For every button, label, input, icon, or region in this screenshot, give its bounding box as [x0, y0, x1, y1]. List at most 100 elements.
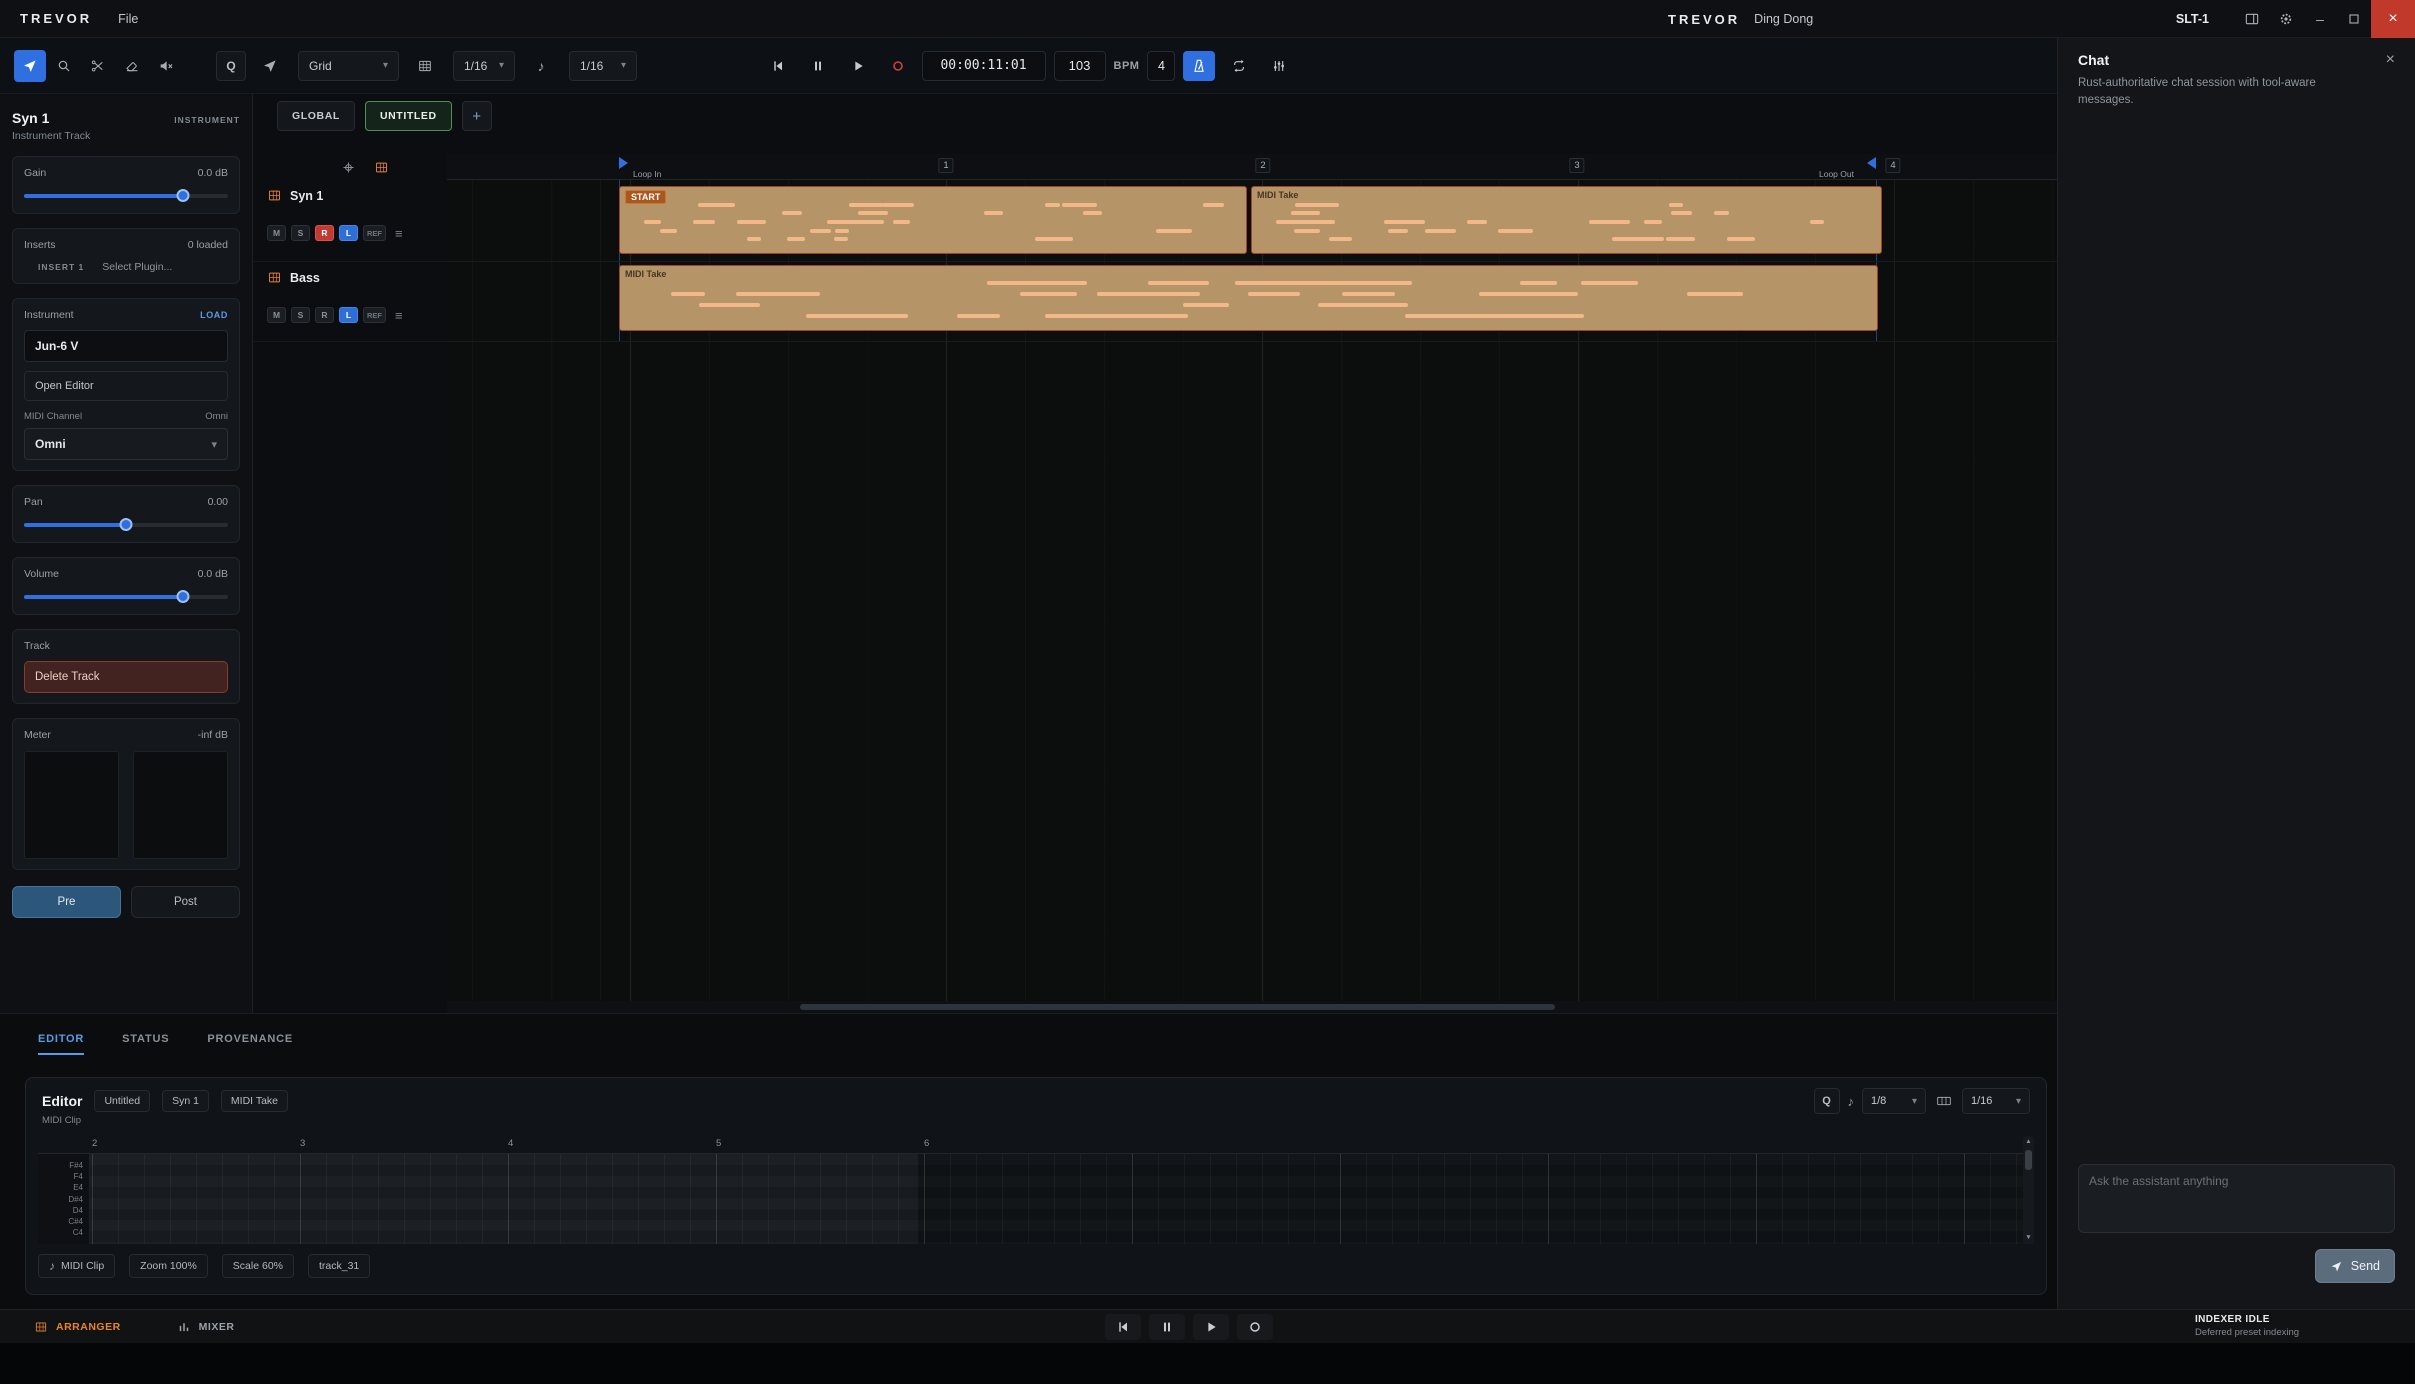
keyboard-icon[interactable] [1934, 1093, 1954, 1109]
record-arm-button[interactable]: R [315, 225, 334, 241]
pan-slider[interactable] [24, 518, 228, 532]
note-division-select[interactable]: 1/16▾ [569, 51, 637, 81]
load-instrument-link[interactable]: LOAD [200, 310, 228, 320]
mixer-view-button[interactable]: MIXER [177, 1320, 235, 1334]
record-arm-button[interactable]: R [315, 307, 334, 323]
delete-track-button[interactable]: Delete Track [24, 661, 228, 693]
close-button[interactable]: × [2371, 0, 2415, 38]
breadcrumb-track[interactable]: Syn 1 [162, 1090, 209, 1112]
scroll-down-icon[interactable]: ▼ [2025, 1234, 2031, 1242]
minimize-button[interactable]: – [2303, 0, 2337, 38]
tab-untitled[interactable]: UNTITLED [365, 101, 452, 131]
lane-syn1[interactable]: START MIDI Take [447, 180, 2057, 262]
volume-slider[interactable] [24, 590, 228, 604]
piano-roll[interactable]: 2 3 4 5 6 F#4 F4 E4 [38, 1136, 2034, 1244]
arranger-view-button[interactable]: ARRANGER [34, 1320, 121, 1334]
track-menu-icon[interactable]: ≡ [395, 226, 403, 241]
track-menu-icon[interactable]: ≡ [395, 308, 403, 323]
gain-slider[interactable] [24, 189, 228, 203]
loop-out-marker[interactable] [1867, 157, 1876, 169]
play-button[interactable] [842, 51, 874, 81]
lane-bass[interactable]: MIDI Take [447, 262, 2057, 342]
panel-toggle-button[interactable] [2235, 0, 2269, 38]
midi-clip-start[interactable]: START [619, 186, 1247, 254]
tab-editor[interactable]: EDITOR [38, 1027, 84, 1051]
mute-button[interactable]: M [267, 307, 286, 323]
timeline: 1 2 3 4 Loop In Loop Out [447, 154, 2057, 1013]
grid-mode-select[interactable]: Grid▾ [298, 51, 399, 81]
mute-button[interactable]: M [267, 225, 286, 241]
maximize-button[interactable] [2337, 0, 2371, 38]
breadcrumb-arrangement[interactable]: Untitled [94, 1090, 150, 1112]
tab-provenance[interactable]: PROVENANCE [207, 1027, 293, 1051]
meter-pre-button[interactable]: Pre [12, 886, 121, 918]
listen-button[interactable]: L [339, 307, 358, 323]
open-editor-button[interactable]: Open Editor [24, 371, 228, 401]
ref-button[interactable]: REF [363, 225, 386, 241]
tab-status[interactable]: STATUS [122, 1027, 169, 1051]
chat-close-icon[interactable]: × [2386, 52, 2395, 68]
track-header-syn1[interactable]: Syn 1 M S R L REF ≡ [253, 180, 447, 262]
quantize-button[interactable]: Q [216, 51, 246, 81]
crosshair-icon[interactable] [341, 160, 356, 175]
listen-button[interactable]: L [339, 225, 358, 241]
chat-input[interactable] [2078, 1164, 2395, 1233]
meter-post-button[interactable]: Post [131, 886, 240, 918]
timeline-ruler[interactable]: 1 2 3 4 Loop In Loop Out [447, 154, 2057, 180]
cut-tool-button[interactable] [82, 50, 114, 82]
add-arrangement-button[interactable]: + [462, 101, 492, 131]
track-header-bass[interactable]: Bass M S R L REF ≡ [253, 262, 447, 342]
select-plugin-link[interactable]: Select Plugin... [102, 261, 172, 273]
midi-channel-select[interactable]: Omni ▾ [24, 428, 228, 460]
pause-button[interactable] [802, 51, 834, 81]
time-signature[interactable]: 4 [1147, 51, 1175, 81]
settings-button[interactable] [2269, 0, 2303, 38]
mute-tool-button[interactable] [150, 50, 182, 82]
grid-division-select[interactable]: 1/16▾ [453, 51, 515, 81]
scrollbar-thumb[interactable] [2025, 1150, 2032, 1170]
snap-select[interactable]: 1/8▾ [1862, 1088, 1926, 1114]
zoom-tool-button[interactable] [48, 50, 80, 82]
midi-clip-bass[interactable]: MIDI Take [619, 265, 1878, 331]
send-cursor-button[interactable] [254, 50, 286, 82]
pointer-tool-button[interactable] [14, 50, 46, 82]
instrument-name-field[interactable]: Jun-6 V [24, 330, 228, 362]
record-button[interactable] [882, 51, 914, 81]
play-button[interactable] [1193, 1314, 1229, 1340]
ref-button[interactable]: REF [363, 307, 386, 323]
record-button[interactable] [1237, 1314, 1273, 1340]
loop-in-marker[interactable] [619, 157, 628, 169]
send-button[interactable]: Send [2315, 1249, 2395, 1283]
piano-roll-ruler[interactable]: 2 3 4 5 6 [38, 1136, 2034, 1154]
menu-file[interactable]: File [118, 12, 138, 26]
breadcrumb-clip[interactable]: MIDI Take [221, 1090, 288, 1112]
note-length-button[interactable]: ♪ [525, 50, 557, 82]
scrollbar-thumb[interactable] [800, 1004, 1555, 1010]
scroll-up-icon[interactable]: ▲ [2025, 1138, 2031, 1146]
solo-button[interactable]: S [291, 307, 310, 323]
grid-icon[interactable] [374, 160, 389, 175]
solo-button[interactable]: S [291, 225, 310, 241]
eraser-tool-button[interactable] [116, 50, 148, 82]
vertical-scrollbar[interactable]: ▲ ▼ [2023, 1136, 2034, 1244]
note-grid[interactable] [38, 1154, 2034, 1244]
editor-grid-select[interactable]: 1/16▾ [1962, 1088, 2030, 1114]
clip-type-chip[interactable]: ♪MIDI Clip [38, 1254, 115, 1278]
tab-global[interactable]: GLOBAL [277, 101, 355, 131]
grid-view-button[interactable] [409, 50, 441, 82]
tempo-display[interactable]: 103 [1054, 51, 1106, 81]
mixer-quick-button[interactable] [1263, 51, 1295, 81]
midi-clip-take[interactable]: MIDI Take [1251, 186, 1882, 254]
horizontal-scrollbar[interactable] [447, 1001, 2057, 1013]
skip-to-start-button[interactable] [1105, 1314, 1141, 1340]
pause-button[interactable] [1149, 1314, 1185, 1340]
track-lanes[interactable]: START MIDI Take [447, 180, 2057, 1001]
editor-quantize-button[interactable]: Q [1814, 1088, 1840, 1114]
metronome-button[interactable] [1183, 51, 1215, 81]
skip-to-start-button[interactable] [762, 51, 794, 81]
loop-button[interactable] [1223, 51, 1255, 81]
insert-slot-row[interactable]: INSERT 1 Select Plugin... [24, 261, 228, 273]
zoom-chip[interactable]: Zoom 100% [129, 1254, 208, 1278]
track-id-chip[interactable]: track_31 [308, 1254, 370, 1278]
scale-chip[interactable]: Scale 60% [222, 1254, 294, 1278]
